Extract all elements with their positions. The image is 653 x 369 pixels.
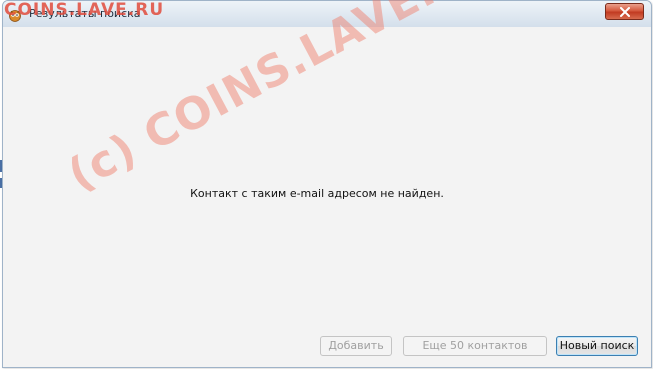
close-icon	[620, 7, 630, 17]
close-button[interactable]	[605, 3, 644, 20]
results-area: Контакт с таким e-mail адресом не найден…	[9, 27, 645, 361]
watermark-top: COINS.LAVE.RU	[4, 0, 165, 20]
more-contacts-button[interactable]: Еще 50 контактов	[403, 336, 547, 356]
add-button[interactable]: Добавить	[320, 336, 392, 356]
search-results-dialog: Результаты поиска Контакт с таким e-mail…	[2, 0, 652, 368]
not-found-message: Контакт с таким e-mail адресом не найден…	[190, 187, 444, 200]
screen: Результаты поиска Контакт с таким e-mail…	[0, 0, 653, 369]
new-search-button[interactable]: Новый поиск	[556, 336, 638, 356]
